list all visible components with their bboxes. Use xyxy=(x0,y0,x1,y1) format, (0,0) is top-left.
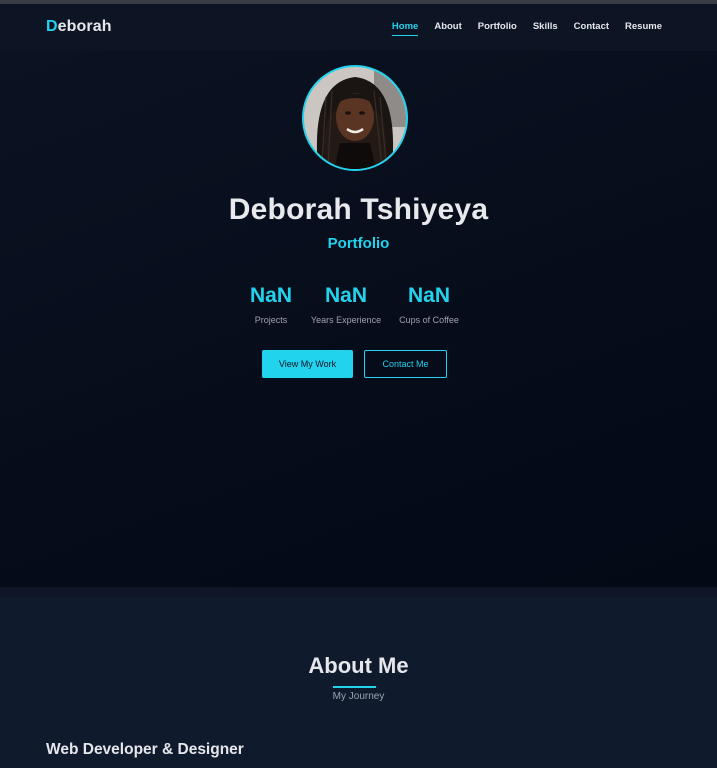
logo-text: eborah xyxy=(57,18,112,35)
nav-resume[interactable]: Resume xyxy=(625,21,662,36)
profile-avatar xyxy=(302,65,408,171)
stat-value: NaN xyxy=(249,284,292,307)
stat-value: NaN xyxy=(324,284,367,307)
navbar: Deborah Home About Portfolio Skills Cont… xyxy=(0,4,717,51)
nav-contact[interactable]: Contact xyxy=(574,21,609,36)
nav-about[interactable]: About xyxy=(434,21,461,36)
about-title-underline xyxy=(333,686,376,688)
hero-name: Deborah Tshiyeya xyxy=(228,193,489,226)
stat-label: Years Experience xyxy=(310,315,382,325)
stat-label: Projects xyxy=(254,315,288,325)
about-title: About Me xyxy=(308,653,409,678)
view-my-work-button[interactable]: View My Work xyxy=(262,350,353,378)
nav-home[interactable]: Home xyxy=(391,21,419,36)
about-subtitle: My Journey xyxy=(332,691,385,702)
profile-photo xyxy=(304,67,406,169)
stat-label: Cups of Coffee xyxy=(399,315,459,325)
nav-portfolio[interactable]: Portfolio xyxy=(478,21,517,36)
contact-me-button[interactable]: Contact Me xyxy=(364,350,447,378)
stat-cups-of-coffee: NaN Cups of Coffee xyxy=(394,284,464,325)
logo-initial: D xyxy=(46,18,58,35)
site-logo[interactable]: Deborah xyxy=(46,18,112,36)
hero-role: Portfolio xyxy=(327,235,390,252)
stat-years-experience: NaN Years Experience xyxy=(306,284,386,325)
stat-projects: NaN Projects xyxy=(240,284,302,325)
stat-value: NaN xyxy=(407,284,450,307)
about-section: About Me My Journey Web Developer & Desi… xyxy=(0,587,717,768)
nav-skills[interactable]: Skills xyxy=(533,21,558,36)
about-heading: Web Developer & Designer xyxy=(46,741,244,758)
hero-section: Deborah Tshiyeya Portfolio NaN Projects … xyxy=(0,51,717,587)
nav-links: Home About Portfolio Skills Contact Resu… xyxy=(376,21,662,36)
